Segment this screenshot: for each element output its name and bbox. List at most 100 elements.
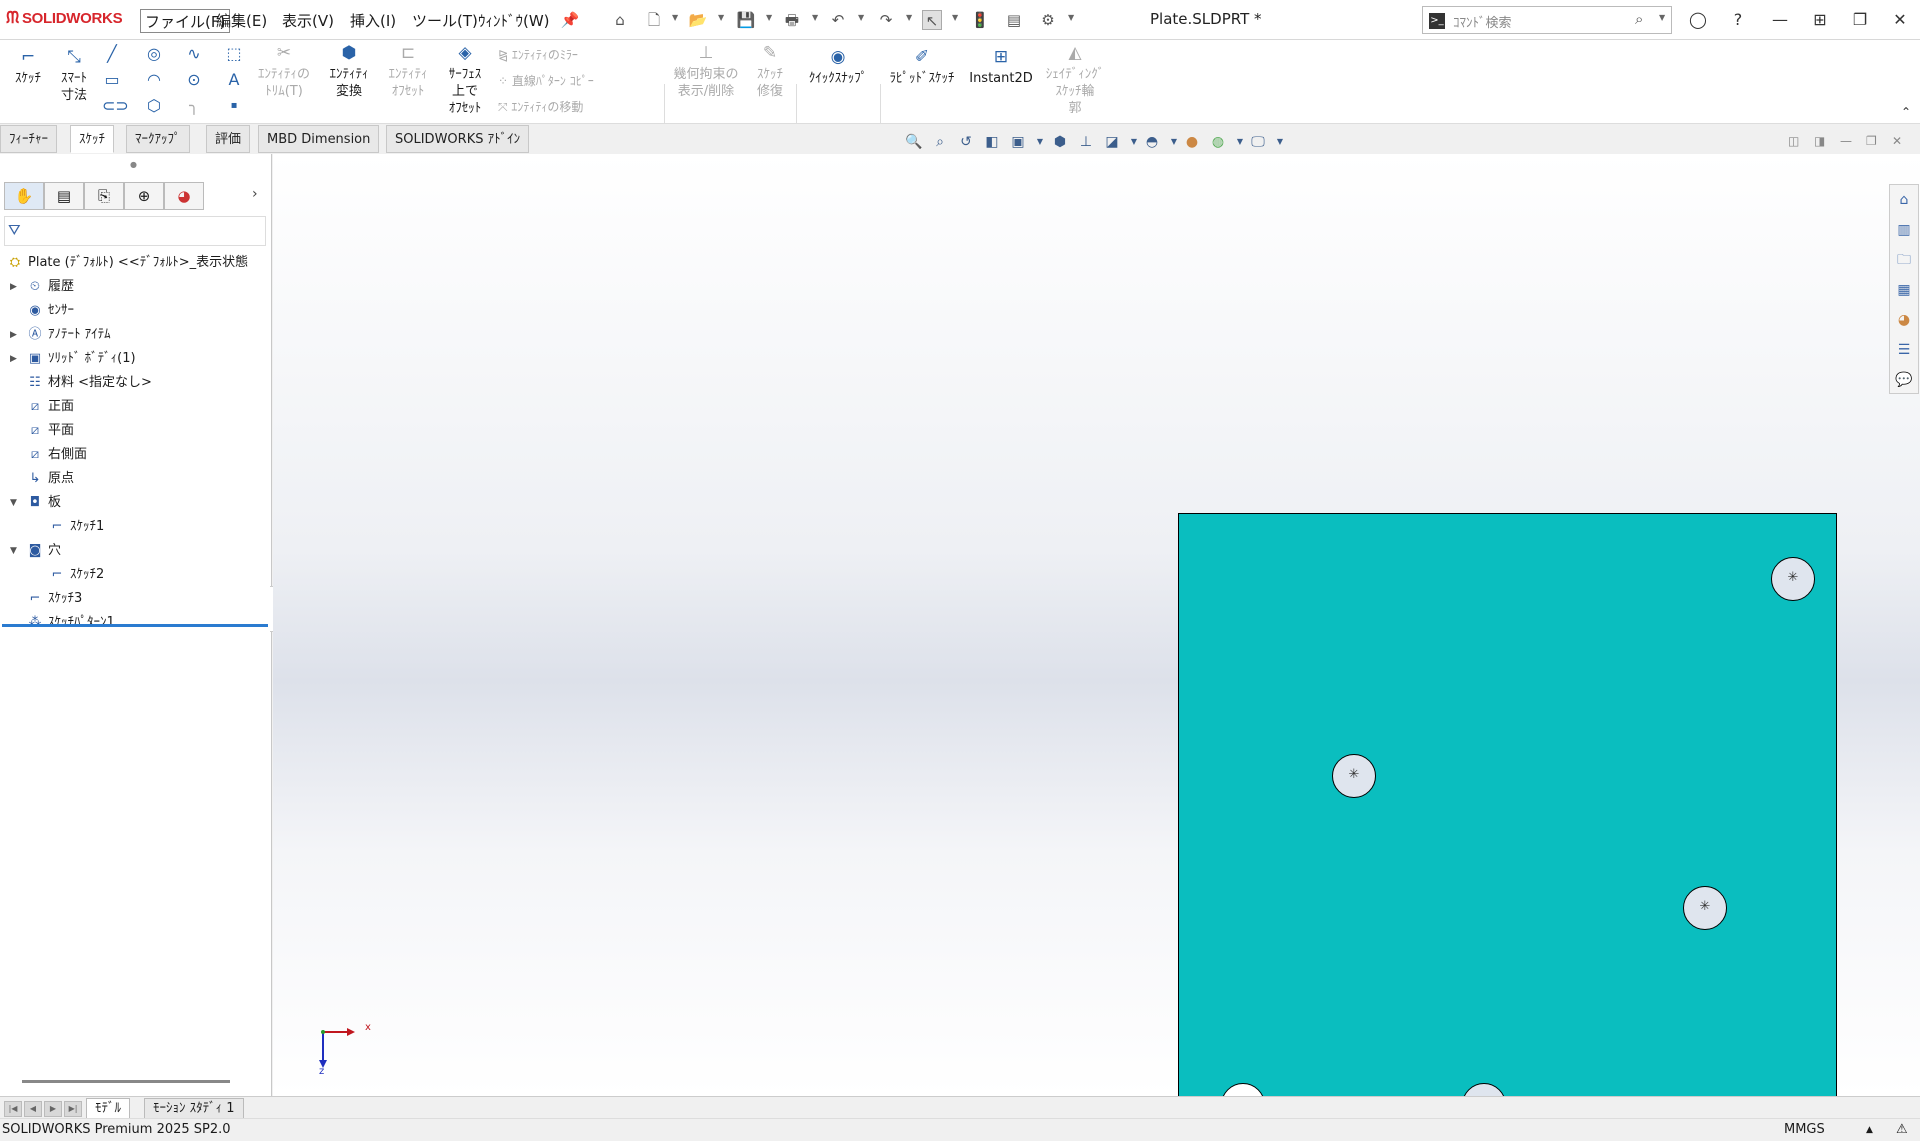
print-icon[interactable]: 🖶 [782, 10, 802, 30]
property-manager-tab-icon[interactable]: ▤ [44, 182, 84, 210]
command-search[interactable]: >_ ｺﾏﾝﾄﾞ検索 ⌕ ▼ [1422, 6, 1672, 34]
units-selector[interactable]: MMGS [1784, 1119, 1825, 1141]
split-right-icon[interactable]: ◨ [1814, 134, 1825, 148]
first-tab-icon[interactable]: |◀ [4, 1101, 22, 1117]
tree-root-part[interactable]: ⛭ Plate (ﾃﾞﾌｫﾙﾄ) <<ﾃﾞﾌｫﾙﾄ>_表示状態 [6, 252, 248, 274]
chevron-down-icon[interactable]: ▼ [766, 13, 772, 22]
chevron-down-icon[interactable]: ▼ [1659, 13, 1665, 22]
repair-sketch-button[interactable]: ✎ ｽｹｯﾁ 修復 [748, 42, 792, 100]
tab-markup[interactable]: ﾏｰｸｱｯﾌﾟ [126, 125, 190, 153]
hole-bottom-left[interactable] [1221, 1083, 1265, 1096]
move-entities-button[interactable]: ⤧ ｴﾝﾃｨﾃｨの移動 [498, 98, 583, 115]
hide-show-items-icon[interactable]: ⊥ [1076, 132, 1096, 152]
tab-features[interactable]: ﾌｨｰﾁｬｰ [0, 125, 57, 153]
configuration-manager-tab-icon[interactable]: ⎘ [84, 182, 124, 210]
viewport-close-icon[interactable]: ✕ [1892, 134, 1902, 148]
chevron-down-icon[interactable]: ▼ [812, 13, 818, 22]
tree-item-annotations[interactable]: ▶ Ⓐ ｱﾉﾃｰﾄ ｱｲﾃﾑ [10, 324, 111, 346]
tree-item-front-plane[interactable]: ⧄ 正面 [26, 396, 74, 418]
rollback-bar[interactable] [2, 624, 268, 627]
forum-icon[interactable]: 💬 [1894, 369, 1914, 391]
custom-properties-icon[interactable]: ☰ [1894, 339, 1914, 361]
tree-item-history[interactable]: ▶ ⏲ 履歴 [10, 276, 74, 298]
expand-arrow-icon[interactable]: ▶ [10, 324, 20, 346]
fillet-icon[interactable]: ╮ [184, 96, 204, 116]
tab-mbd-dimension[interactable]: MBD Dimension [258, 125, 380, 153]
circle-icon[interactable]: ◎ [144, 44, 164, 64]
tree-item-cut-hole[interactable]: ▼ ◙ 穴 [10, 540, 61, 562]
menu-tools[interactable]: ツール(T) [408, 9, 482, 33]
messages-icon[interactable]: ⚠ [1896, 1119, 1908, 1141]
chevron-down-icon[interactable]: ▼ [718, 13, 724, 22]
mirror-entities-button[interactable]: ⧎ ｴﾝﾃｨﾃｨのﾐﾗｰ [498, 46, 578, 63]
hole-top-right[interactable]: ✳ [1771, 557, 1815, 601]
box-select-icon[interactable]: ⬚ [224, 44, 244, 64]
tree-item-sketch2[interactable]: ⌐ ｽｹｯﾁ2 [48, 564, 105, 586]
rapid-sketch-button[interactable]: ✐ ﾗﾋﾟｯﾄﾞｽｹｯﾁ [884, 46, 960, 87]
chevron-down-icon[interactable]: ▼ [672, 13, 678, 22]
close-button[interactable]: ✕ [1886, 8, 1914, 32]
options-gear-icon[interactable]: ⚙ [1038, 10, 1058, 30]
trim-entities-button[interactable]: ✂ ｴﾝﾃｨﾃｨの ﾄﾘﾑ(T) [252, 42, 316, 100]
dimxpert-tab-icon[interactable]: ⊕ [124, 182, 164, 210]
appearances-icon[interactable]: ◕ [1894, 309, 1914, 331]
minimize-button[interactable]: — [1766, 8, 1794, 32]
appearance-ball-icon[interactable]: ● [1182, 132, 1202, 152]
zoom-to-fit-icon[interactable]: 🔍 [904, 132, 924, 152]
chevron-down-icon[interactable]: ▼ [1230, 132, 1250, 152]
save-icon[interactable]: 💾 [736, 10, 756, 30]
help-icon[interactable]: ? [1724, 8, 1752, 32]
open-folder-icon[interactable]: 📂 [688, 10, 708, 30]
horizontal-scrollbar[interactable] [22, 1080, 230, 1083]
chevron-down-icon[interactable]: ▼ [952, 13, 958, 22]
graphics-area[interactable]: ✳ ✳ ✳ ✳ x z [273, 154, 1920, 1096]
point-icon[interactable]: ▪ [224, 96, 244, 116]
line-icon[interactable]: ╱ [102, 44, 122, 64]
panel-grip-icon[interactable]: ● [130, 160, 137, 169]
tab-evaluate[interactable]: 評価 [206, 125, 251, 153]
restore-button[interactable]: ❐ [1846, 8, 1874, 32]
next-tab-icon[interactable]: ▶ [44, 1101, 62, 1117]
chevron-down-icon[interactable]: ▼ [1270, 132, 1290, 152]
collapse-ribbon-icon[interactable]: ⌃ [1896, 102, 1916, 122]
redo-icon[interactable]: ↷ [876, 10, 896, 30]
tree-filter-input[interactable]: ⛛ [4, 216, 266, 246]
split-left-icon[interactable]: ◫ [1788, 134, 1799, 148]
tree-item-sketch-pattern1[interactable]: ⁂ ｽｹｯﾁﾊﾟﾀｰﾝ1 [26, 612, 115, 634]
apply-scene-icon[interactable]: ◓ [1142, 132, 1162, 152]
last-tab-icon[interactable]: ▶| [64, 1101, 82, 1117]
hole-middle-right[interactable]: ✳ [1683, 886, 1727, 930]
zoom-area-icon[interactable]: ⌕ [930, 132, 950, 152]
chevron-up-icon[interactable]: ▲ [1866, 1119, 1873, 1141]
tree-item-origin[interactable]: ↳ 原点 [26, 468, 74, 490]
rectangle-icon[interactable]: ▭ [102, 70, 122, 90]
chevron-down-icon[interactable]: ▼ [1124, 132, 1144, 152]
arc-icon[interactable]: ◠ [144, 70, 164, 90]
undo-icon[interactable]: ↶ [828, 10, 848, 30]
menu-insert[interactable]: 挿入(I) [346, 9, 400, 33]
user-account-icon[interactable]: ◯ [1684, 8, 1712, 32]
quick-snaps-button[interactable]: ◉ ｸｲｯｸｽﾅｯﾌﾟ [800, 46, 876, 87]
view-settings-icon[interactable]: 🖵 [1248, 132, 1268, 152]
rebuild-icon[interactable]: 🚦 [970, 10, 990, 30]
edit-appearance-icon[interactable]: ◪ [1102, 132, 1122, 152]
ellipse-icon[interactable]: ⊙ [184, 70, 204, 90]
polygon-icon[interactable]: ⬡ [144, 96, 164, 116]
chevron-down-icon[interactable]: ▼ [1164, 132, 1184, 152]
view-palette-icon[interactable]: ▦ [1894, 279, 1914, 301]
linear-pattern-button[interactable]: ⁘ 直線ﾊﾟﾀｰﾝ ｺﾋﾟｰ [498, 72, 594, 89]
tree-item-top-plane[interactable]: ⧄ 平面 [26, 420, 74, 442]
menu-window[interactable]: ｳｨﾝﾄﾞｳ(W) [474, 9, 554, 33]
offset-entities-button[interactable]: ⊏ ｴﾝﾃｨﾃｨ ｵﾌｾｯﾄ [382, 42, 434, 100]
search-icon[interactable]: ⌕ [1635, 10, 1643, 28]
tab-solidworks-addins[interactable]: SOLIDWORKS ｱﾄﾞｲﾝ [386, 125, 530, 153]
smart-dimension-button[interactable]: ⤡ ｽﾏｰﾄ 寸法 [52, 46, 96, 104]
spline-icon[interactable]: ∿ [184, 44, 204, 64]
design-library-icon[interactable]: ▥ [1894, 219, 1914, 241]
tab-motion-study[interactable]: ﾓｰｼｮﾝ ｽﾀﾃﾞｨ 1 [144, 1098, 244, 1119]
collapse-arrow-icon[interactable]: ▼ [10, 540, 20, 562]
pin-icon[interactable]: 📌 [560, 10, 580, 30]
chevron-down-icon[interactable]: ▼ [1030, 132, 1050, 152]
text-icon[interactable]: A [224, 70, 244, 90]
expand-arrow-icon[interactable]: ▶ [10, 276, 20, 298]
